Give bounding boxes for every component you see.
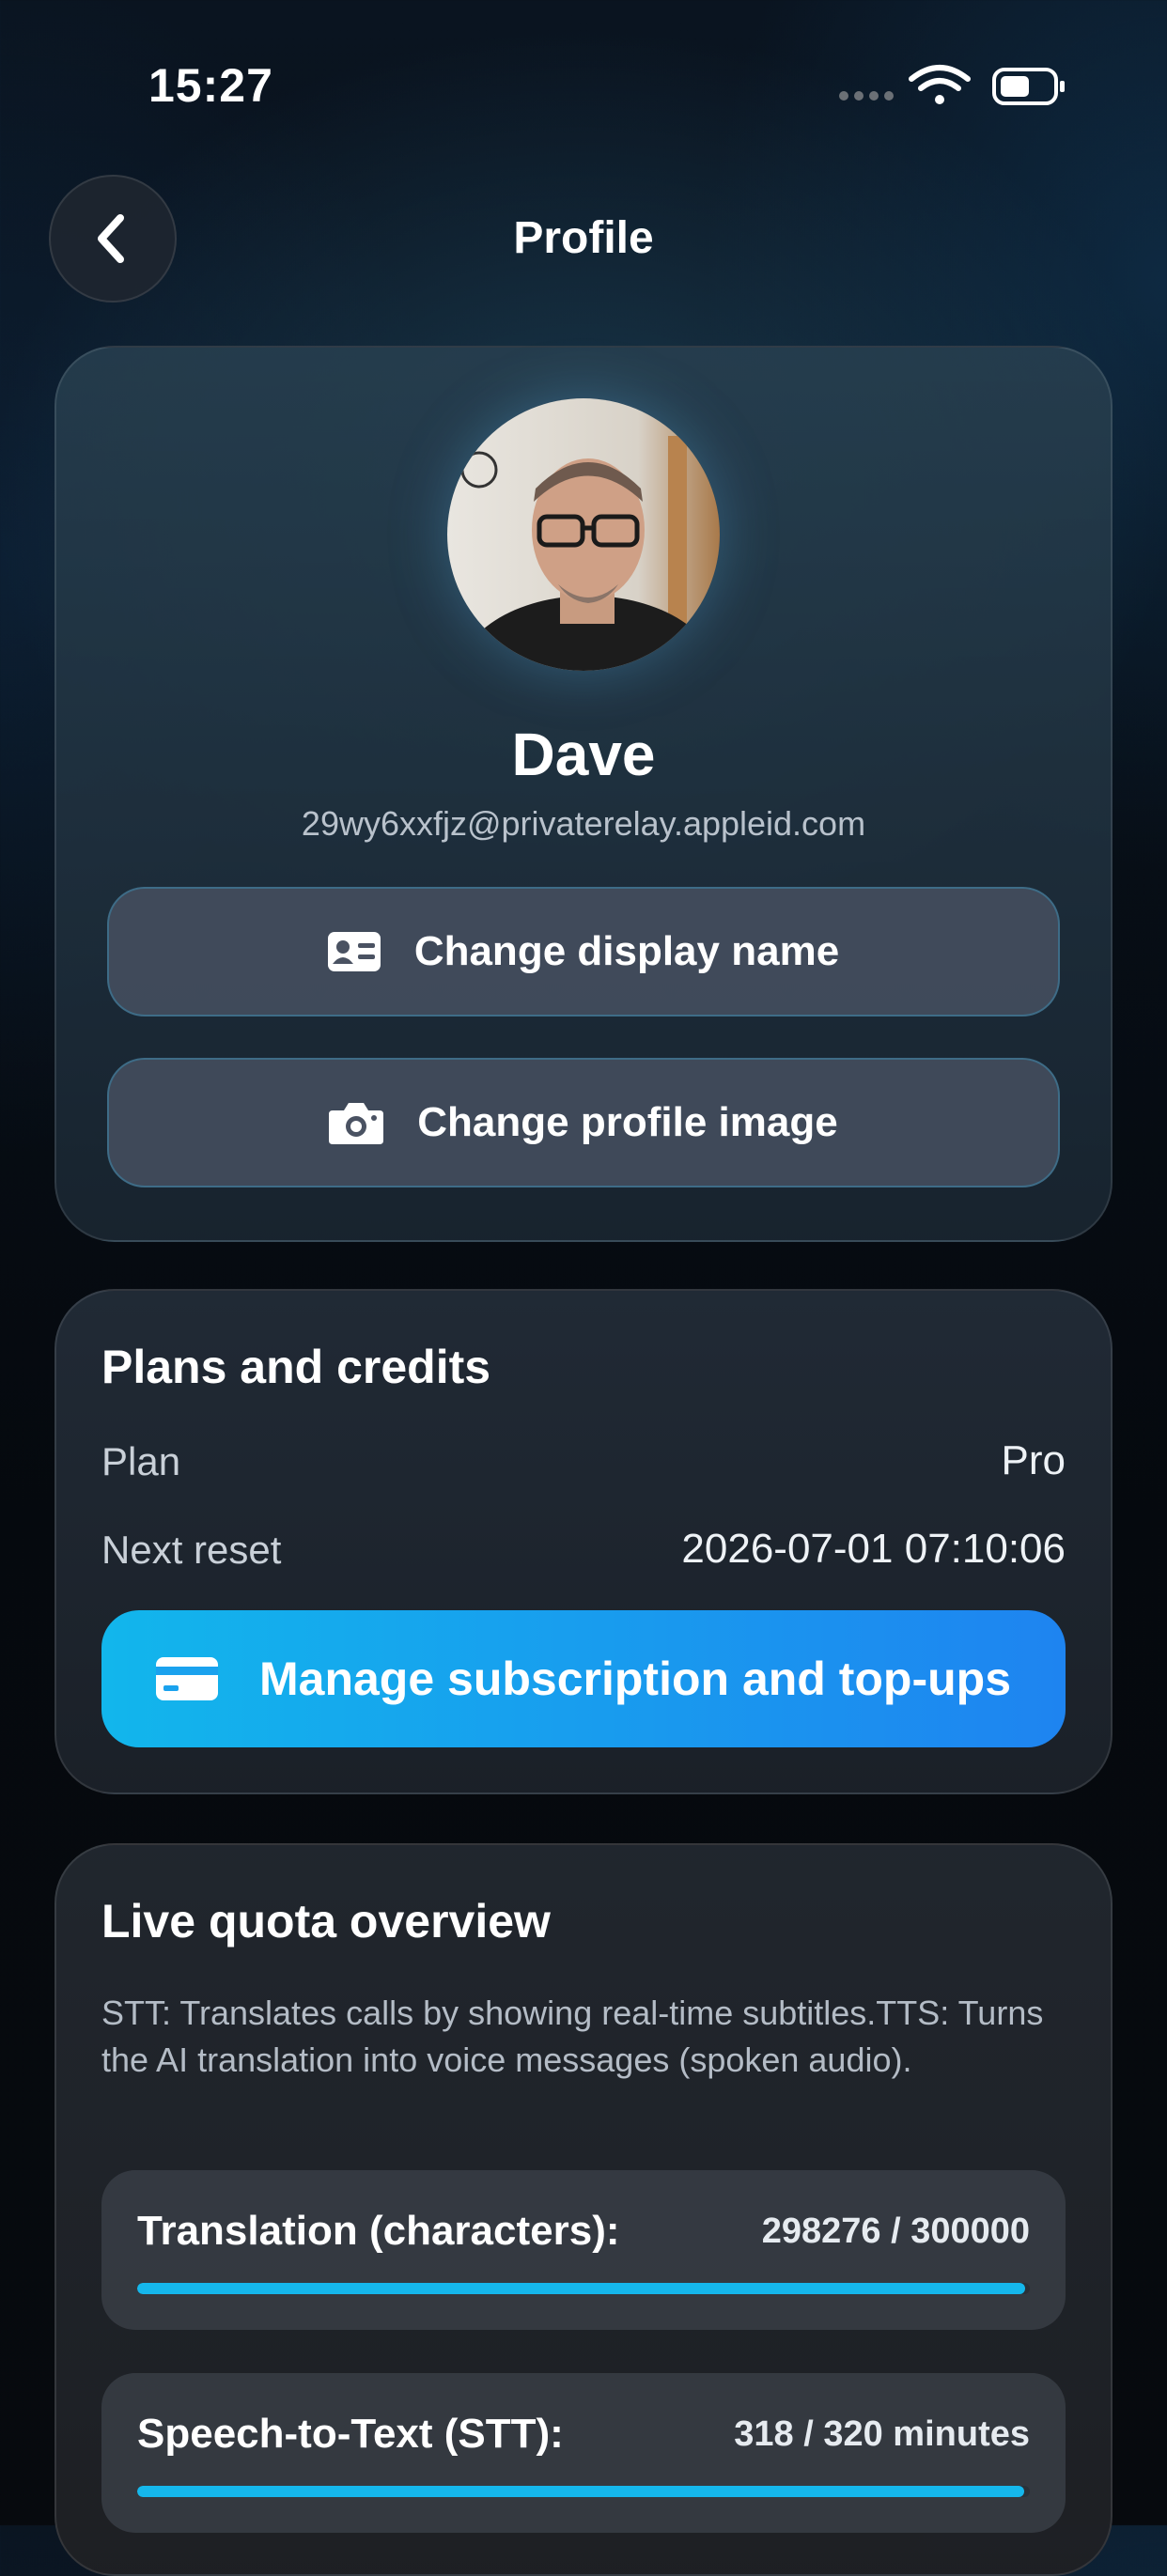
- next-reset-value: 2026-07-01 07:10:06: [681, 1526, 1066, 1572]
- quota-item-translation: Translation (characters): 298276 / 30000…: [101, 2170, 1066, 2330]
- change-display-name-button[interactable]: Change display name: [107, 887, 1060, 1016]
- avatar-photo: [447, 398, 720, 671]
- manage-subscription-button[interactable]: Manage subscription and top-ups: [101, 1610, 1066, 1747]
- plan-label: Plan: [101, 1439, 181, 1483]
- status-icons: [839, 65, 1065, 105]
- status-time: 15:27: [148, 59, 273, 112]
- quota-item-value: 318 / 320 minutes: [734, 2414, 1030, 2454]
- quota-progress-fill: [137, 2283, 1025, 2294]
- quota-item-label: Speech-to-Text (STT):: [137, 2411, 564, 2457]
- next-reset-label: Next reset: [101, 1528, 282, 1572]
- signal-icon: [839, 91, 894, 101]
- wifi-icon: [909, 65, 971, 104]
- quota-item-stt: Speech-to-Text (STT): 318 / 320 minutes: [101, 2373, 1066, 2533]
- battery-icon: [992, 68, 1065, 105]
- quota-item-label: Translation (characters):: [137, 2208, 620, 2254]
- quota-item-value: 298276 / 300000: [761, 2211, 1030, 2251]
- camera-icon: [329, 1103, 384, 1144]
- credit-card-icon: [155, 1657, 218, 1700]
- plan-value: Pro: [1001, 1437, 1066, 1483]
- change-profile-image-label: Change profile image: [417, 1099, 838, 1145]
- page-title: Profile: [513, 213, 654, 263]
- quota-description: STT: Translates calls by showing real-ti…: [101, 1994, 1044, 2079]
- change-display-name-label: Change display name: [413, 928, 840, 974]
- quota-title: Live quota overview: [101, 1895, 551, 1948]
- manage-subscription-label: Manage subscription and top-ups: [258, 1653, 1012, 1705]
- display-name: Dave: [511, 721, 656, 788]
- quota-progress-track: [137, 2486, 1030, 2497]
- contact-card-icon: [327, 932, 381, 971]
- plans-title: Plans and credits: [101, 1341, 491, 1393]
- quota-progress-track: [137, 2283, 1030, 2294]
- change-profile-image-button[interactable]: Change profile image: [107, 1058, 1060, 1187]
- email: 29wy6xxfjz@privaterelay.appleid.com: [301, 804, 866, 843]
- avatar[interactable]: [447, 398, 720, 671]
- quota-progress-fill: [137, 2486, 1025, 2497]
